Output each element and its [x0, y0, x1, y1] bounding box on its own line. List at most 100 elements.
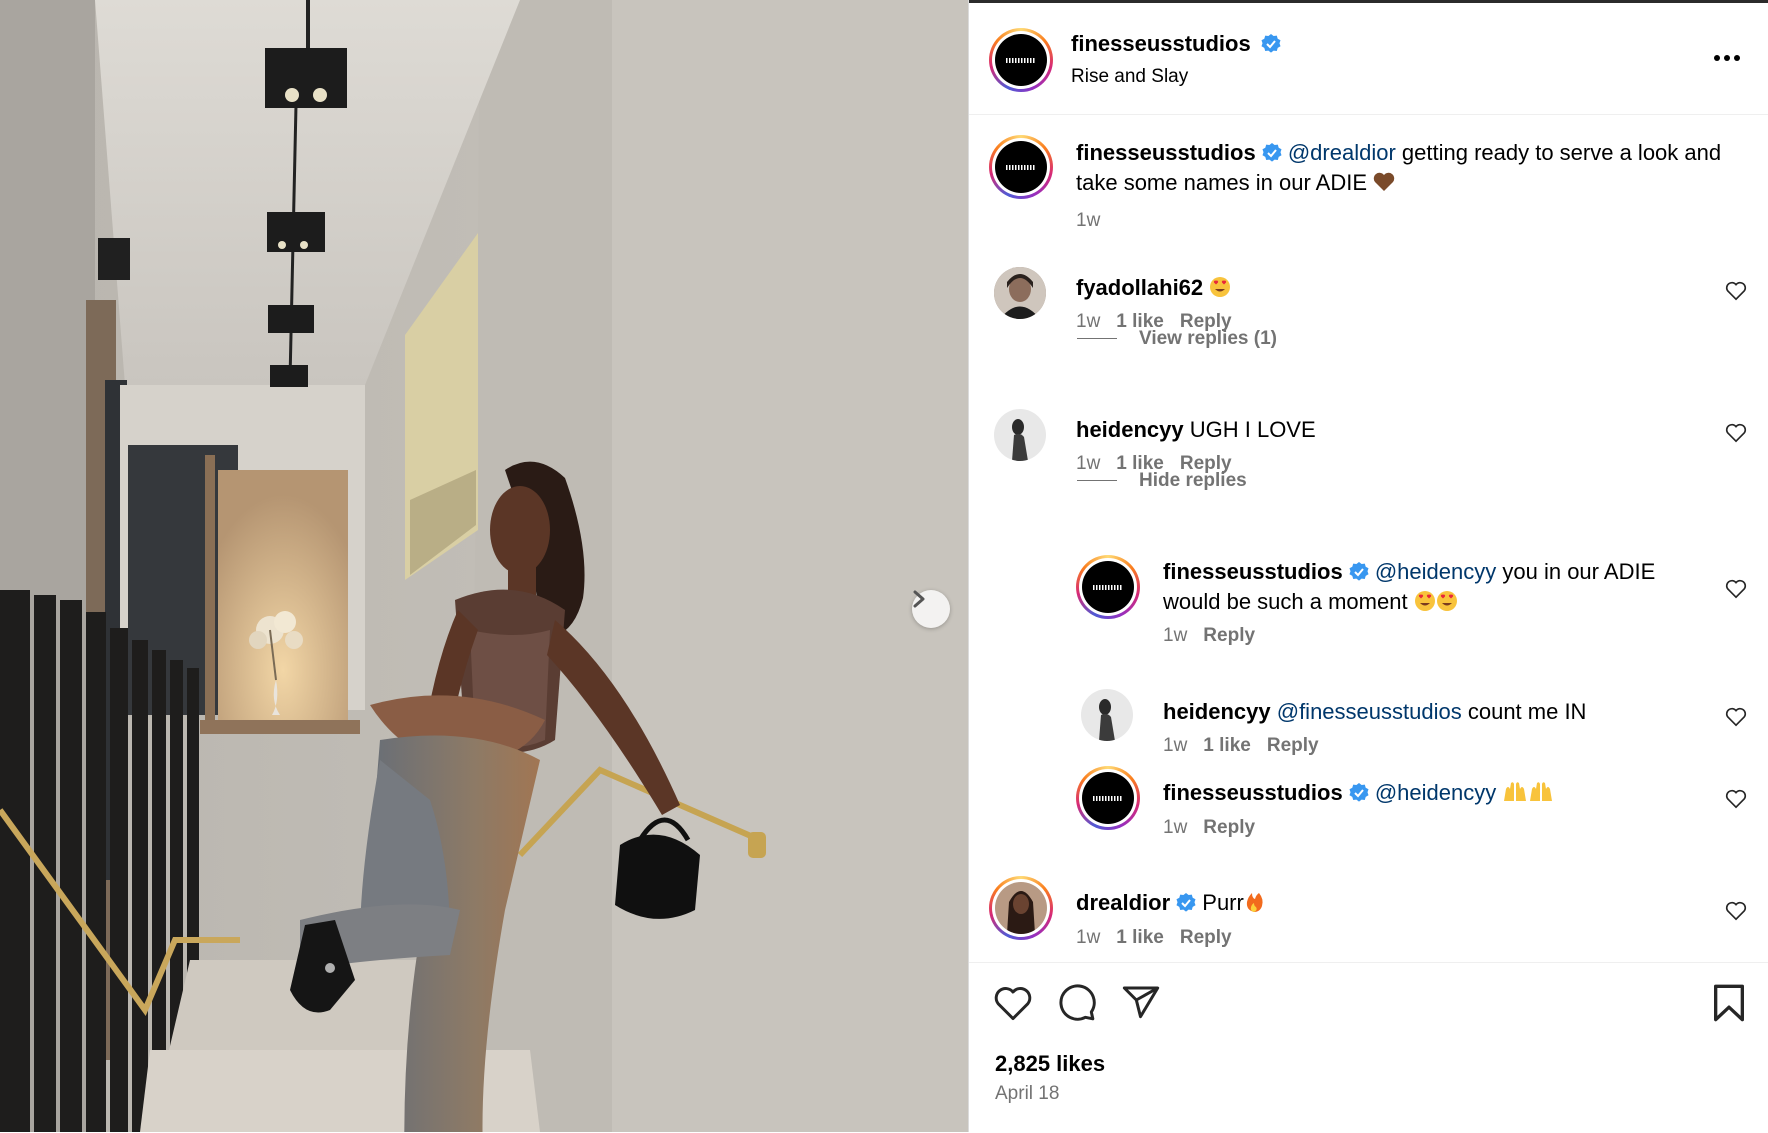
heart-icon: [1725, 707, 1747, 727]
comment-meta: 1w 1 like Reply: [1076, 927, 1232, 949]
raising-hands-emoji-icon: [1530, 782, 1553, 801]
view-replies-label: View replies (1): [1139, 328, 1277, 349]
caption-mention[interactable]: @drealdior: [1288, 140, 1396, 165]
reply-text-block: finesseusstudios @heidencyy you in our A…: [1163, 557, 1703, 617]
like-comment-button[interactable]: [1725, 281, 1747, 306]
reply-meta: 1w Reply: [1163, 625, 1255, 647]
post-footer: 2,825 likes April 18: [969, 962, 1768, 1133]
commenter-photo: [995, 882, 1047, 934]
studio-logo: [1082, 561, 1134, 613]
reply-username[interactable]: heidencyy: [1163, 699, 1271, 724]
comment-text-block: fyadollahi62: [1076, 273, 1231, 303]
heart-eyes-emoji-icon: [1414, 591, 1435, 611]
paper-plane-icon: [1122, 986, 1160, 1019]
likes-count[interactable]: 2,825 likes: [995, 1051, 1105, 1077]
heart-icon: [1725, 423, 1747, 443]
comment-time: 1w: [1076, 927, 1101, 948]
replies-divider: [1077, 338, 1117, 340]
author-avatar[interactable]: [989, 28, 1053, 92]
caption-avatar[interactable]: [989, 135, 1053, 199]
reply-avatar[interactable]: [1081, 689, 1133, 741]
comments-list: finesseusstudios @drealdior getting read…: [969, 115, 1768, 962]
reply-mention[interactable]: @finesseusstudios: [1277, 699, 1462, 724]
author-subtitle: Rise and Slay: [1071, 66, 1189, 87]
reply-text-block: heidencyy @finesseusstudios count me IN: [1163, 697, 1586, 727]
commenter-avatar[interactable]: [994, 267, 1046, 319]
more-options-icon: [1714, 55, 1740, 61]
heart-eyes-emoji-icon: [1210, 277, 1231, 297]
caption-text-block: finesseusstudios @drealdior getting read…: [1076, 138, 1736, 198]
raising-hands-emoji-icon: [1504, 782, 1527, 801]
author-username[interactable]: finesseusstudios: [1071, 31, 1251, 56]
post-header: finesseusstudios Rise and Slay: [969, 3, 1768, 115]
heart-icon: [1725, 789, 1747, 809]
like-reply-button[interactable]: [1725, 579, 1747, 604]
heart-icon: [994, 987, 1032, 1021]
fire-emoji-icon: [1246, 893, 1263, 912]
replies-divider: [1077, 480, 1117, 482]
reply-mention[interactable]: @heidencyy: [1375, 780, 1496, 805]
studio-logo: [995, 34, 1047, 86]
like-button[interactable]: [993, 985, 1033, 1026]
reply-button[interactable]: Reply: [1180, 927, 1232, 948]
reply-button[interactable]: Reply: [1203, 625, 1255, 646]
commenter-avatar[interactable]: [994, 409, 1046, 461]
comment-body: UGH I LOVE: [1189, 417, 1316, 442]
comment-text-block: heidencyy UGH I LOVE: [1076, 415, 1316, 445]
heart-icon: [1725, 579, 1747, 599]
verified-badge-icon: [1261, 34, 1281, 53]
reply-button[interactable]: Reply: [1267, 735, 1319, 756]
reply-avatar[interactable]: [1076, 766, 1140, 830]
verified-badge-icon: [1349, 562, 1369, 581]
bookmark-icon: [1713, 984, 1744, 1022]
reply-username[interactable]: finesseusstudios: [1163, 780, 1343, 805]
comment-username[interactable]: fyadollahi62: [1076, 275, 1203, 300]
comment-likes[interactable]: 1 like: [1116, 927, 1164, 948]
verified-badge-icon: [1349, 783, 1369, 802]
share-button[interactable]: [1121, 983, 1161, 1028]
save-button[interactable]: [1711, 983, 1747, 1028]
comment-body: Purr: [1202, 890, 1244, 915]
reply-avatar[interactable]: [1076, 555, 1140, 619]
commenter-avatar[interactable]: [989, 876, 1053, 940]
caption-time: 1w: [1076, 210, 1101, 231]
reply-username[interactable]: finesseusstudios: [1163, 559, 1343, 584]
studio-logo: [1082, 772, 1134, 824]
comment-bubble-icon: [1059, 984, 1096, 1021]
heart-eyes-emoji-icon: [1436, 591, 1457, 611]
heart-icon: [1725, 281, 1747, 301]
comment-username[interactable]: heidencyy: [1076, 417, 1184, 442]
like-comment-button[interactable]: [1725, 423, 1747, 448]
studio-logo: [995, 141, 1047, 193]
like-reply-button[interactable]: [1725, 789, 1747, 814]
more-options-button[interactable]: [1713, 49, 1741, 67]
reply-time: 1w: [1163, 735, 1188, 756]
reply-mention[interactable]: @heidencyy: [1375, 559, 1496, 584]
reply-time: 1w: [1163, 817, 1188, 838]
hide-replies-button[interactable]: Hide replies: [1077, 470, 1247, 492]
chevron-right-icon: [913, 590, 925, 608]
like-comment-button[interactable]: [1725, 901, 1747, 926]
comment-username[interactable]: drealdior: [1076, 890, 1170, 915]
reply-likes[interactable]: 1 like: [1203, 735, 1251, 756]
heart-icon: [1725, 901, 1747, 921]
reply-text-block: finesseusstudios @heidencyy: [1163, 778, 1554, 808]
comment-text-block: drealdior Purr: [1076, 888, 1264, 918]
hide-replies-label: Hide replies: [1139, 470, 1247, 491]
brown-heart-emoji-icon: [1373, 172, 1395, 191]
reply-button[interactable]: Reply: [1203, 817, 1255, 838]
reply-meta: 1w 1 like Reply: [1163, 735, 1319, 757]
like-reply-button[interactable]: [1725, 707, 1747, 732]
verified-badge-icon: [1262, 143, 1282, 162]
post-photo-illustration: [0, 0, 968, 1132]
next-photo-button[interactable]: [912, 590, 950, 628]
caption-username[interactable]: finesseusstudios: [1076, 140, 1256, 165]
reply-meta: 1w Reply: [1163, 817, 1255, 839]
post-photo: [0, 0, 968, 1132]
reply-time: 1w: [1163, 625, 1188, 646]
verified-badge-icon: [1176, 893, 1196, 912]
post-date: April 18: [995, 1083, 1060, 1104]
reply-body: count me IN: [1467, 699, 1587, 724]
view-replies-button[interactable]: View replies (1): [1077, 328, 1277, 350]
comment-button[interactable]: [1057, 983, 1097, 1028]
